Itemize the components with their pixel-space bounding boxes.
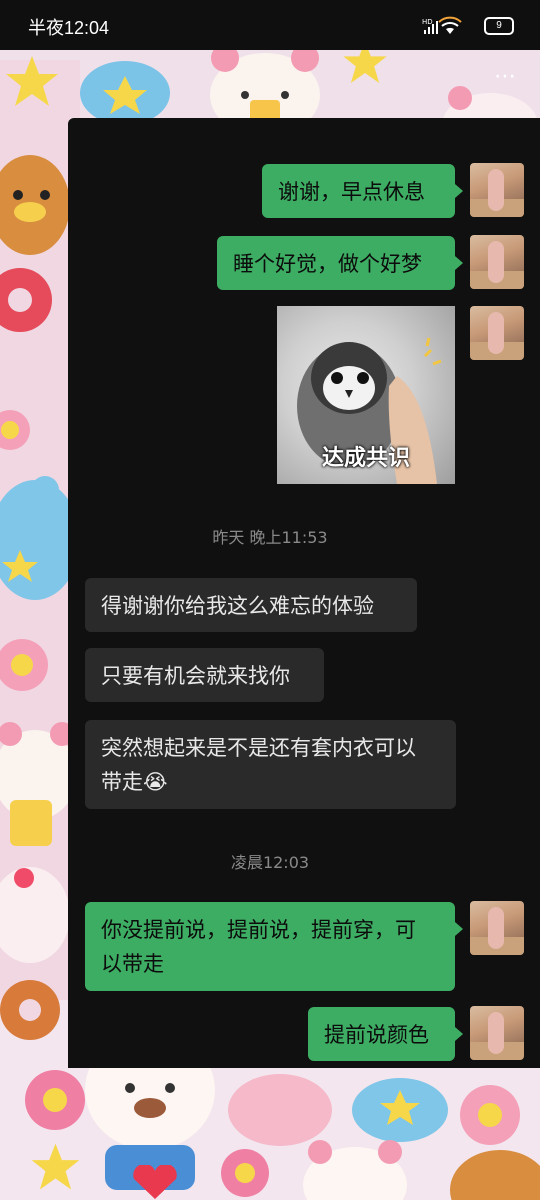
bubble-tail (455, 184, 463, 198)
star-sticker (6, 56, 58, 106)
bear-sticker-white (303, 1140, 407, 1200)
heart-sticker (133, 1165, 177, 1199)
bubble-tail (455, 1027, 463, 1041)
flower-sticker (0, 410, 30, 450)
avatar[interactable] (470, 901, 524, 955)
flower-sticker (0, 639, 48, 691)
bubble-tail (455, 922, 463, 936)
avatar[interactable] (470, 1006, 524, 1060)
avatar[interactable] (470, 163, 524, 217)
battery-icon: 9 (484, 17, 514, 35)
message-line-end: 带走 (101, 770, 143, 794)
crying-laughing-emoji-icon: 😭 (143, 770, 168, 794)
message-line: 带走😭 (101, 765, 440, 799)
bear-sticker-blue (80, 61, 170, 125)
message-bubble-incoming[interactable]: 突然想起来是不是还有套内衣可以 带走😭 (85, 720, 456, 809)
message-line: 突然想起来是不是还有套内衣可以 (101, 736, 416, 760)
donut-sticker (0, 268, 52, 332)
penguin-sticker-image[interactable]: 达成共识 (277, 306, 455, 484)
message-line: 以带走 (101, 952, 164, 976)
donut-sticker (0, 980, 60, 1040)
flower-sticker (221, 1149, 269, 1197)
bear-sticker-orange (0, 155, 70, 255)
bear-sticker-orange (450, 1150, 540, 1200)
message-bubble-incoming[interactable]: 得谢谢你给我这么难忘的体验 (85, 578, 417, 632)
sticker-caption: 达成共识 (321, 446, 410, 471)
more-options-icon[interactable]: ⋯ (494, 64, 518, 89)
message-bubble-outgoing[interactable]: 睡个好觉，做个好梦 (217, 236, 455, 290)
timestamp: 昨天 晚上11:53 (212, 528, 328, 547)
hd-label: HD (422, 18, 433, 26)
message-bubble-outgoing[interactable]: 谢谢，早点休息 (262, 164, 455, 218)
message-bubble-outgoing[interactable]: 你没提前说，提前说，提前穿，可 以带走 (85, 902, 455, 991)
message-line: 你没提前说，提前说，提前穿，可 (101, 918, 416, 942)
timestamp: 凌晨12:03 (230, 853, 310, 872)
bear-sticker-blue (352, 1078, 448, 1142)
avatar[interactable] (470, 235, 524, 289)
flower-sticker (460, 1085, 520, 1145)
message-bubble-incoming[interactable]: 只要有机会就来找你 (85, 648, 324, 702)
avatar[interactable] (470, 306, 524, 360)
message-bubble-outgoing[interactable]: 提前说颜色 (308, 1007, 455, 1061)
signal-wifi-icon: HD (422, 16, 462, 34)
status-time: 半夜12:04 (28, 18, 110, 38)
bubble-tail (455, 256, 463, 270)
bear-sticker-pink (228, 1074, 332, 1146)
status-bar: 半夜12:04 HD 9 (0, 0, 540, 50)
